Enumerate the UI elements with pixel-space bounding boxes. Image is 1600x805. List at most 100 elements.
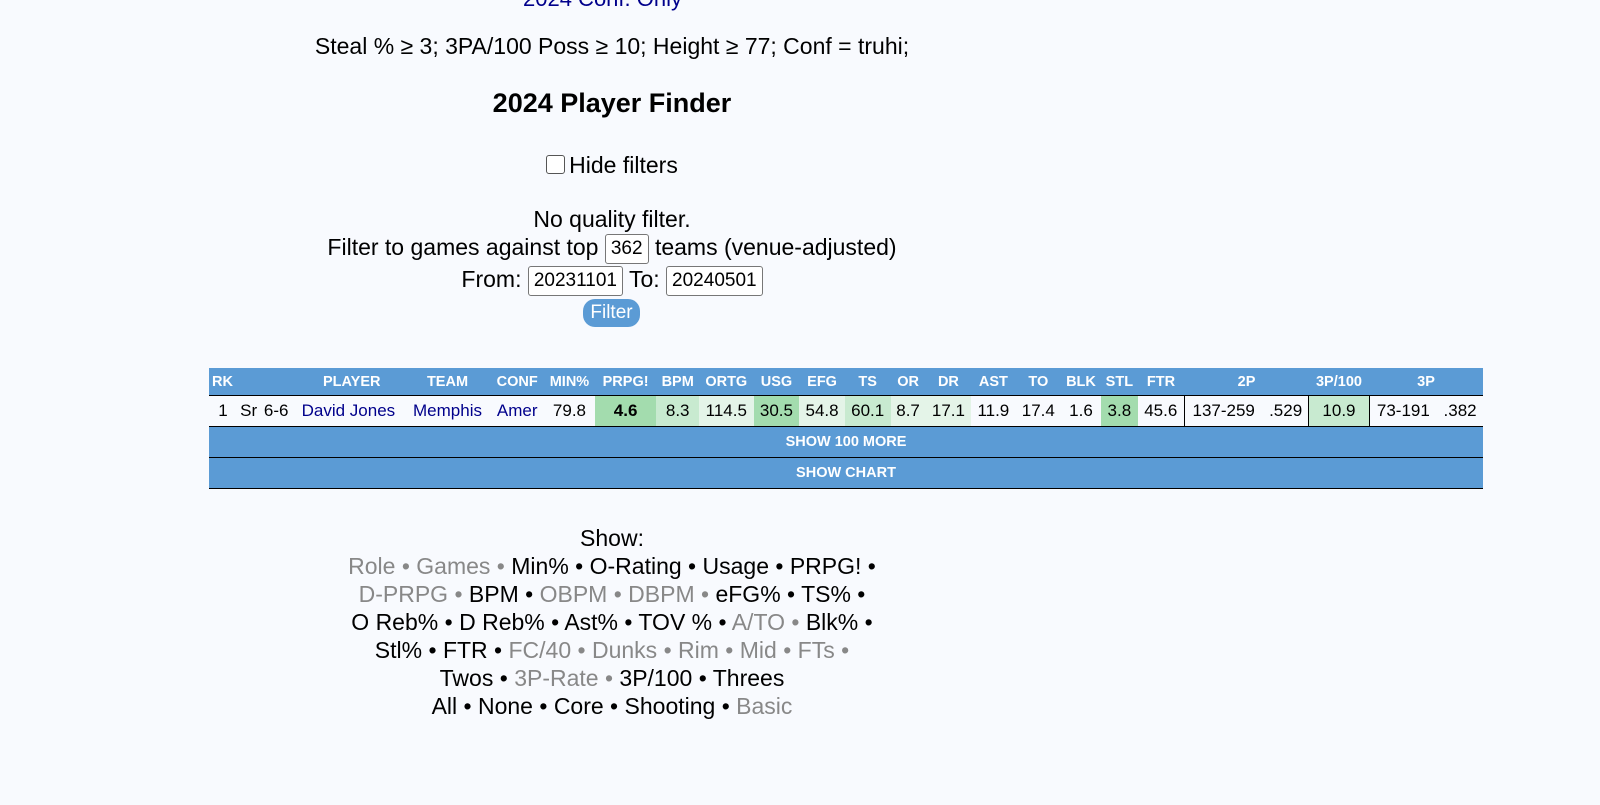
col-conf[interactable]: CONF — [490, 368, 545, 396]
quality-filter-text: No quality filter. — [533, 206, 691, 232]
toggle-3p-rate[interactable]: 3P-Rate — [514, 665, 598, 691]
to-date-input[interactable]: 20240501 — [666, 266, 763, 296]
top-cut-link[interactable]: 2024 Conf. Only — [523, 0, 682, 12]
bullet-separator: • — [694, 581, 716, 607]
show-chart-row[interactable]: SHOW CHART — [209, 457, 1483, 489]
toggle-fc-40[interactable]: FC/40 — [509, 637, 572, 663]
toggle-dbpm[interactable]: DBPM — [628, 581, 694, 607]
bullet-separator: • — [395, 553, 417, 579]
bullet-separator: • — [850, 581, 866, 607]
player-link[interactable]: David Jones — [292, 396, 405, 427]
col-prpg[interactable]: PRPG! — [594, 368, 657, 396]
col-3p[interactable]: 3P — [1369, 368, 1483, 396]
toggle-stl-[interactable]: Stl% — [375, 637, 422, 663]
toggle-ast-[interactable]: Ast% — [564, 609, 618, 635]
toggle-d-reb-[interactable]: D Reb% — [459, 609, 545, 635]
toggle-o-reb-[interactable]: O Reb% — [351, 609, 438, 635]
toggle-tov-[interactable]: TOV % — [638, 609, 712, 635]
col-ast[interactable]: AST — [971, 368, 1016, 396]
col-bpm[interactable]: BPM — [656, 368, 699, 396]
toggle-bpm[interactable]: BPM — [469, 581, 519, 607]
toggle-rim[interactable]: Rim — [678, 637, 719, 663]
col-dr[interactable]: DR — [925, 368, 972, 396]
toggle-games[interactable]: Games — [416, 553, 490, 579]
bullet-separator: • — [487, 637, 509, 663]
toggle-3p-100[interactable]: 3P/100 — [619, 665, 692, 691]
bullet-separator: • — [715, 693, 737, 719]
show-more-row[interactable]: SHOW 100 MORE — [209, 426, 1483, 458]
conf-link[interactable]: Amer — [490, 396, 544, 427]
col-blk[interactable]: BLK — [1061, 368, 1101, 396]
toggle-twos[interactable]: Twos — [440, 665, 494, 691]
col-2p[interactable]: 2P — [1184, 368, 1309, 396]
bullet-separator: • — [681, 553, 703, 579]
toggle-efg-[interactable]: eFG% — [715, 581, 780, 607]
cell-or: 8.7 — [890, 395, 926, 427]
col-usg[interactable]: USG — [753, 368, 800, 396]
toggle-usage[interactable]: Usage — [703, 553, 769, 579]
toggle-prpg-[interactable]: PRPG! — [790, 553, 862, 579]
toggle-o-rating[interactable]: O-Rating — [590, 553, 682, 579]
col-to[interactable]: TO — [1015, 368, 1062, 396]
toggle-role[interactable]: Role — [348, 553, 395, 579]
toggle-blk-[interactable]: Blk% — [806, 609, 858, 635]
show-chart-button[interactable]: SHOW CHART — [209, 457, 1483, 489]
bullet-separator: • — [598, 665, 620, 691]
cell-min: 79.8 — [552, 401, 587, 420]
bullet-separator: • — [544, 609, 565, 635]
cell-blk: 1.6 — [1069, 401, 1093, 420]
from-label: From: — [461, 266, 522, 292]
col-ortg[interactable]: ORTG — [698, 368, 754, 396]
col-efg[interactable]: EFG — [799, 368, 845, 396]
bullet-separator: • — [571, 637, 592, 663]
from-date-input[interactable]: 20231101 — [527, 266, 623, 296]
toggle-basic[interactable]: Basic — [736, 693, 792, 719]
cell-efg: 54.8 — [799, 395, 845, 427]
cell-rk: 1 — [218, 401, 228, 420]
table-row: 1 Sr 6-6 David Jones Memphis Amer 79.8 4… — [209, 395, 1483, 427]
toggle-none[interactable]: None — [478, 693, 533, 719]
toggle-fts[interactable]: FTs — [798, 637, 835, 663]
hide-filters-row[interactable]: Hide filters — [212, 152, 1012, 179]
toggle-obpm[interactable]: OBPM — [540, 581, 608, 607]
toggle-d-prpg[interactable]: D-PRPG — [359, 581, 448, 607]
col-stl[interactable]: STL — [1100, 368, 1138, 396]
toggle-ftr[interactable]: FTR — [443, 637, 488, 663]
toggle-all[interactable]: All — [432, 693, 458, 719]
bullet-separator: • — [784, 609, 806, 635]
toggle-threes[interactable]: Threes — [713, 665, 785, 691]
col-min[interactable]: MIN% — [544, 368, 595, 396]
show-more-button[interactable]: SHOW 100 MORE — [209, 426, 1483, 458]
team-link[interactable]: Memphis — [405, 396, 490, 427]
toggle-dunks[interactable]: Dunks — [592, 637, 657, 663]
toggle-line: Stl% • FTR • FC/40 • Dunks • Rim • Mid •… — [212, 636, 1012, 664]
show-label: Show: — [580, 525, 644, 551]
bullet-separator: • — [780, 581, 802, 607]
bullet-separator: • — [493, 665, 515, 691]
toggle-mid[interactable]: Mid — [740, 637, 777, 663]
hide-filters-checkbox[interactable] — [546, 155, 566, 174]
table-header-row: RK PLAYER TEAM CONF MIN% PRPG! BPM ORTG … — [209, 368, 1483, 396]
toggle-ts-[interactable]: TS% — [801, 581, 851, 607]
col-ts[interactable]: TS — [844, 368, 891, 396]
toggle-shooting[interactable]: Shooting — [625, 693, 716, 719]
toggle-core[interactable]: Core — [554, 693, 604, 719]
col-or[interactable]: OR — [890, 368, 926, 396]
cell-ortg: 114.5 — [698, 395, 754, 427]
bullet-separator: • — [532, 693, 554, 719]
bullet-separator: • — [861, 553, 876, 579]
col-player[interactable]: PLAYER — [237, 368, 405, 396]
top-teams-input[interactable]: 362 — [604, 234, 649, 264]
cell-2p-made: 137-259 — [1183, 395, 1263, 427]
page-title: 2024 Player Finder — [492, 88, 732, 118]
toggle-min-[interactable]: Min% — [511, 553, 569, 579]
col-team[interactable]: TEAM — [404, 368, 491, 396]
toggle-line: Role • Games • Min% • O-Rating • Usage •… — [212, 552, 1012, 580]
bullet-separator: • — [692, 665, 713, 691]
col-ftr[interactable]: FTR — [1137, 368, 1185, 396]
filter-button[interactable]: Filter — [583, 299, 640, 327]
col-3p100[interactable]: 3P/100 — [1308, 368, 1369, 396]
cell-usg: 30.5 — [753, 395, 800, 427]
col-rk[interactable]: RK — [209, 368, 237, 396]
toggle-a-to[interactable]: A/TO — [732, 609, 785, 635]
